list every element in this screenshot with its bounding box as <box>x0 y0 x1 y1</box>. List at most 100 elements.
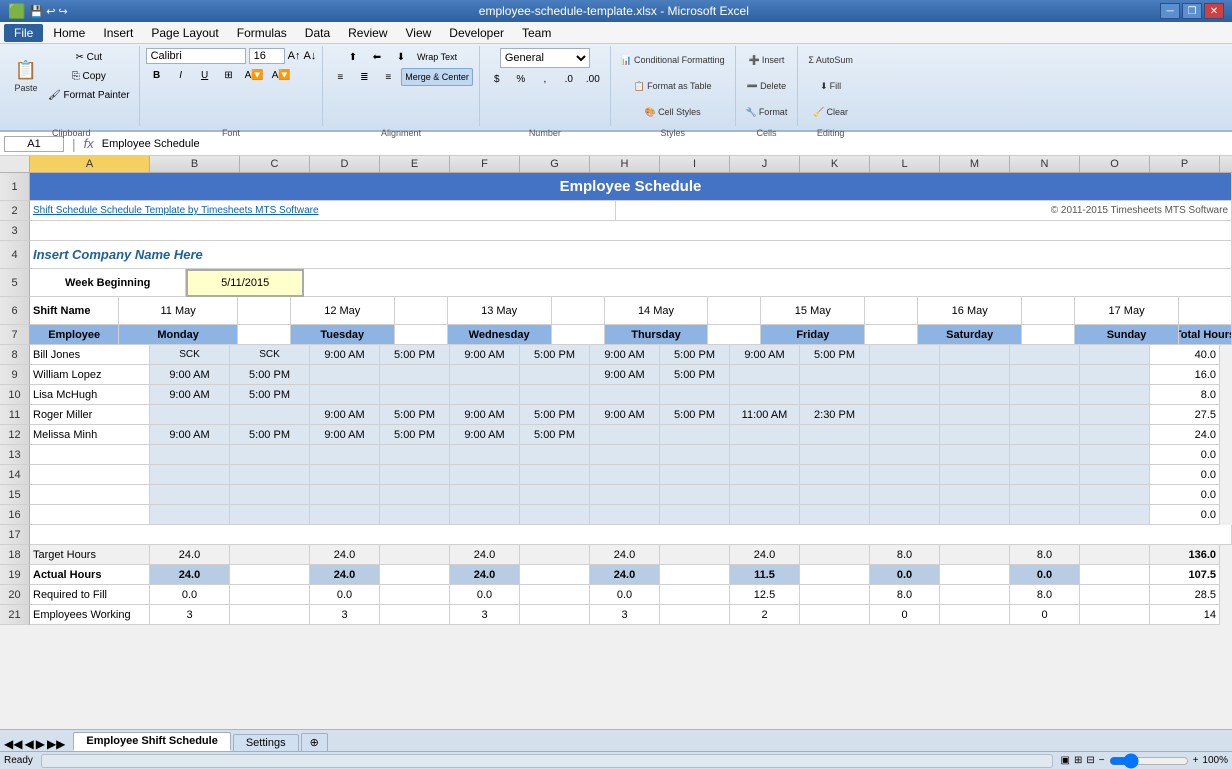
empty-15-e[interactable] <box>380 485 450 505</box>
copy-button[interactable]: ⎘ Copy <box>45 67 133 85</box>
emp-8-fri-end[interactable]: 5:00 PM <box>800 345 870 365</box>
emp-10-wed-start[interactable] <box>450 385 520 405</box>
emp-9-thu-start[interactable]: 9:00 AM <box>590 365 660 385</box>
emp-10-mon-end[interactable]: 5:00 PM <box>230 385 310 405</box>
emp-8-sun-start[interactable] <box>1010 345 1080 365</box>
empty-14-b[interactable] <box>150 465 230 485</box>
format-cells-button[interactable]: 🔧 Format <box>742 100 792 124</box>
border-button[interactable]: ⊞ <box>218 66 240 84</box>
empty-13-total[interactable]: 0.0 <box>1150 445 1220 465</box>
empty-row-17[interactable] <box>30 525 1232 545</box>
emp-11-sun-end[interactable] <box>1080 405 1150 425</box>
empty-14-l[interactable] <box>870 465 940 485</box>
empty-15-f[interactable] <box>450 485 520 505</box>
col-header-l[interactable]: L <box>870 156 940 172</box>
empty-16-n[interactable] <box>1010 505 1080 525</box>
empty-14-e[interactable] <box>380 465 450 485</box>
format-table-button[interactable]: 📋 Format as Table <box>630 74 716 98</box>
bold-button[interactable]: B <box>146 66 168 84</box>
merge-center-button[interactable]: Merge & Center <box>401 68 473 86</box>
emp-9-fri-start[interactable] <box>730 365 800 385</box>
empty-16-m[interactable] <box>940 505 1010 525</box>
emp-8-mon-start[interactable]: SCK <box>150 345 230 365</box>
percent-button[interactable]: % <box>510 70 532 88</box>
emp-12-fri-start[interactable] <box>730 425 800 445</box>
emp-9-sat-end[interactable] <box>940 365 1010 385</box>
emp-9-sun-start[interactable] <box>1010 365 1080 385</box>
clear-button[interactable]: 🧹 Clear <box>809 100 852 124</box>
empty-14-m[interactable] <box>940 465 1010 485</box>
empty-13-l[interactable] <box>870 445 940 465</box>
emp-11-fri-end[interactable]: 2:30 PM <box>800 405 870 425</box>
menu-file[interactable]: File <box>4 24 43 42</box>
emp-12-sun-start[interactable] <box>1010 425 1080 445</box>
align-right-button[interactable]: ≡ <box>377 68 399 86</box>
empty-15-total[interactable]: 0.0 <box>1150 485 1220 505</box>
fill-button[interactable]: ⬇ Fill <box>815 74 847 98</box>
empty-13-f[interactable] <box>450 445 520 465</box>
empty-15-n[interactable] <box>1010 485 1080 505</box>
emp-8-wed-end[interactable]: 5:00 PM <box>520 345 590 365</box>
insert-cells-button[interactable]: ➕ Insert <box>745 48 789 72</box>
emp-10-sun-end[interactable] <box>1080 385 1150 405</box>
emp-8-thu-start[interactable]: 9:00 AM <box>590 345 660 365</box>
empty-13-k[interactable] <box>800 445 870 465</box>
empty-13-j[interactable] <box>730 445 800 465</box>
emp-10-total[interactable]: 8.0 <box>1150 385 1220 405</box>
emp-name-12[interactable]: Melissa Minh <box>30 425 150 445</box>
grid-body[interactable]: 1 Employee Schedule 2 Shift Schedule Sch… <box>0 173 1232 729</box>
align-left-button[interactable]: ≡ <box>329 68 351 86</box>
sheet-tab-new[interactable]: ⊕ <box>301 733 328 751</box>
empty-13-c[interactable] <box>230 445 310 465</box>
emp-name-11[interactable]: Roger Miller <box>30 405 150 425</box>
empty-15-b[interactable] <box>150 485 230 505</box>
view-layout-icon[interactable]: ⊞ <box>1074 755 1082 766</box>
number-format-select[interactable]: General <box>500 48 590 68</box>
template-link[interactable]: Shift Schedule Schedule Template by Time… <box>33 205 319 216</box>
emp-8-sun-end[interactable] <box>1080 345 1150 365</box>
emp-10-tue-end[interactable] <box>380 385 450 405</box>
italic-button[interactable]: I <box>170 66 192 84</box>
empty-16-total[interactable]: 0.0 <box>1150 505 1220 525</box>
col-header-j[interactable]: J <box>730 156 800 172</box>
comma-button[interactable]: , <box>534 70 556 88</box>
col-header-b[interactable]: B <box>150 156 240 172</box>
font-grow-icon[interactable]: A↑ <box>288 50 301 62</box>
emp-12-wed-start[interactable]: 9:00 AM <box>450 425 520 445</box>
emp-9-sat-start[interactable] <box>870 365 940 385</box>
tab-nav-right[interactable]: ▶▶ <box>47 737 65 751</box>
emp-11-mon-end[interactable] <box>230 405 310 425</box>
emp-11-thu-start[interactable]: 9:00 AM <box>590 405 660 425</box>
emp-12-mon-start[interactable]: 9:00 AM <box>150 425 230 445</box>
empty-15-a[interactable] <box>30 485 150 505</box>
emp-11-sun-start[interactable] <box>1010 405 1080 425</box>
empty-15-k[interactable] <box>800 485 870 505</box>
col-header-m[interactable]: M <box>940 156 1010 172</box>
empty-15-j[interactable] <box>730 485 800 505</box>
formula-input[interactable] <box>98 137 1228 151</box>
emp-12-sat-end[interactable] <box>940 425 1010 445</box>
autosum-button[interactable]: Σ AutoSum <box>804 48 857 72</box>
empty-16-a[interactable] <box>30 505 150 525</box>
emp-11-fri-start[interactable]: 11:00 AM <box>730 405 800 425</box>
empty-15-h[interactable] <box>590 485 660 505</box>
font-color-button[interactable]: A🔽 <box>269 66 294 84</box>
empty-14-g[interactable] <box>520 465 590 485</box>
col-header-k[interactable]: K <box>800 156 870 172</box>
emp-12-total[interactable]: 24.0 <box>1150 425 1220 445</box>
col-header-p[interactable]: P <box>1150 156 1220 172</box>
emp-11-sat-end[interactable] <box>940 405 1010 425</box>
emp-name-9[interactable]: William Lopez <box>30 365 150 385</box>
close-button[interactable]: ✕ <box>1204 3 1224 19</box>
tab-nav-prev[interactable]: ◀ <box>24 737 33 751</box>
empty-15-g[interactable] <box>520 485 590 505</box>
emp-11-tue-end[interactable]: 5:00 PM <box>380 405 450 425</box>
empty-15-i[interactable] <box>660 485 730 505</box>
font-name-input[interactable] <box>146 48 246 64</box>
empty-14-n[interactable] <box>1010 465 1080 485</box>
menu-view[interactable]: View <box>398 24 440 42</box>
empty-14-f[interactable] <box>450 465 520 485</box>
empty-16-b[interactable] <box>150 505 230 525</box>
col-header-e[interactable]: E <box>380 156 450 172</box>
empty-13-b[interactable] <box>150 445 230 465</box>
